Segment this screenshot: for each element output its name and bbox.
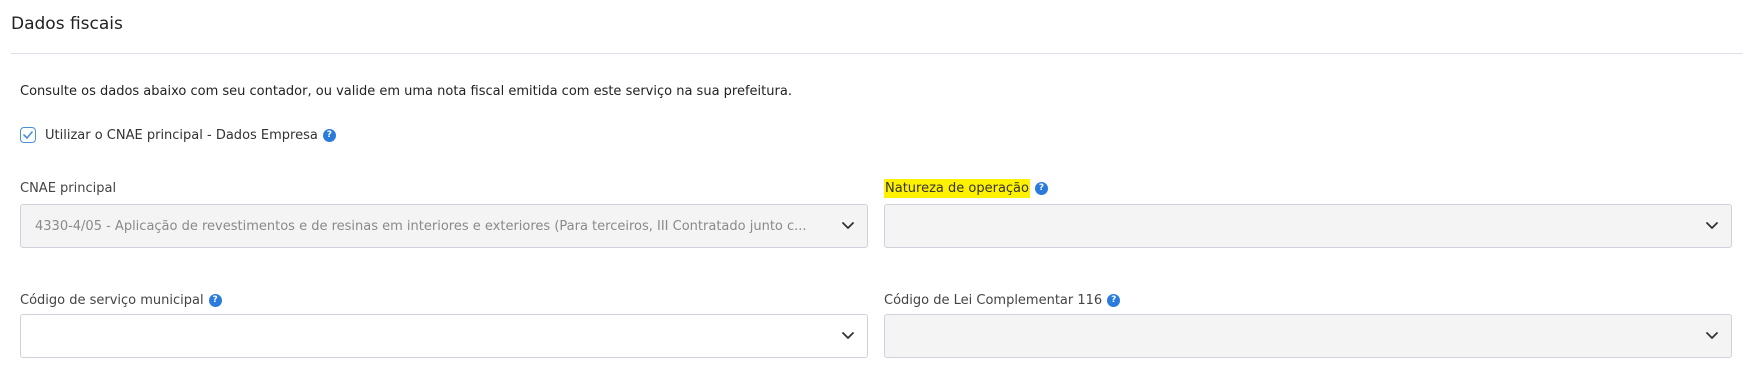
cnae-principal-checkbox-label: Utilizar o CNAE principal - Dados Empres… <box>45 127 318 143</box>
natureza-operacao-select[interactable] <box>884 204 1732 248</box>
codigo-lei-complementar-select[interactable] <box>884 314 1732 358</box>
checkmark-icon <box>23 131 33 139</box>
cnae-principal-checkbox[interactable] <box>20 127 36 143</box>
help-icon[interactable]: ? <box>208 293 222 307</box>
help-icon[interactable]: ? <box>1034 181 1048 195</box>
cnae-principal-label: CNAE principal <box>20 180 117 196</box>
natureza-operacao-label-row: Natureza de operação ? <box>884 178 1048 198</box>
cnae-principal-checkbox-row[interactable]: Utilizar o CNAE principal - Dados Empres… <box>20 125 336 145</box>
natureza-operacao-label: Natureza de operação <box>884 178 1030 198</box>
section-divider <box>11 53 1743 54</box>
chevron-down-icon <box>842 332 854 339</box>
cnae-principal-value: 4330-4/05 - Aplicação de revestimentos e… <box>35 218 807 234</box>
codigo-servico-municipal-select[interactable] <box>20 314 868 358</box>
help-icon[interactable]: ? <box>1107 293 1121 307</box>
codigo-lei-complementar-label: Código de Lei Complementar 116 <box>884 292 1103 308</box>
intro-text: Consulte os dados abaixo com seu contado… <box>20 84 792 99</box>
codigo-lei-complementar-label-row: Código de Lei Complementar 116 ? <box>884 290 1121 310</box>
section-title: Dados fiscais <box>11 14 123 34</box>
chevron-down-icon <box>842 222 854 229</box>
chevron-down-icon <box>1706 222 1718 229</box>
cnae-principal-label-row: CNAE principal <box>20 178 116 198</box>
chevron-down-icon <box>1706 332 1718 339</box>
codigo-servico-municipal-label: Código de serviço municipal <box>20 292 204 308</box>
cnae-principal-select[interactable]: 4330-4/05 - Aplicação de revestimentos e… <box>20 204 868 248</box>
codigo-servico-municipal-label-row: Código de serviço municipal ? <box>20 290 222 310</box>
help-icon[interactable]: ? <box>322 128 336 142</box>
